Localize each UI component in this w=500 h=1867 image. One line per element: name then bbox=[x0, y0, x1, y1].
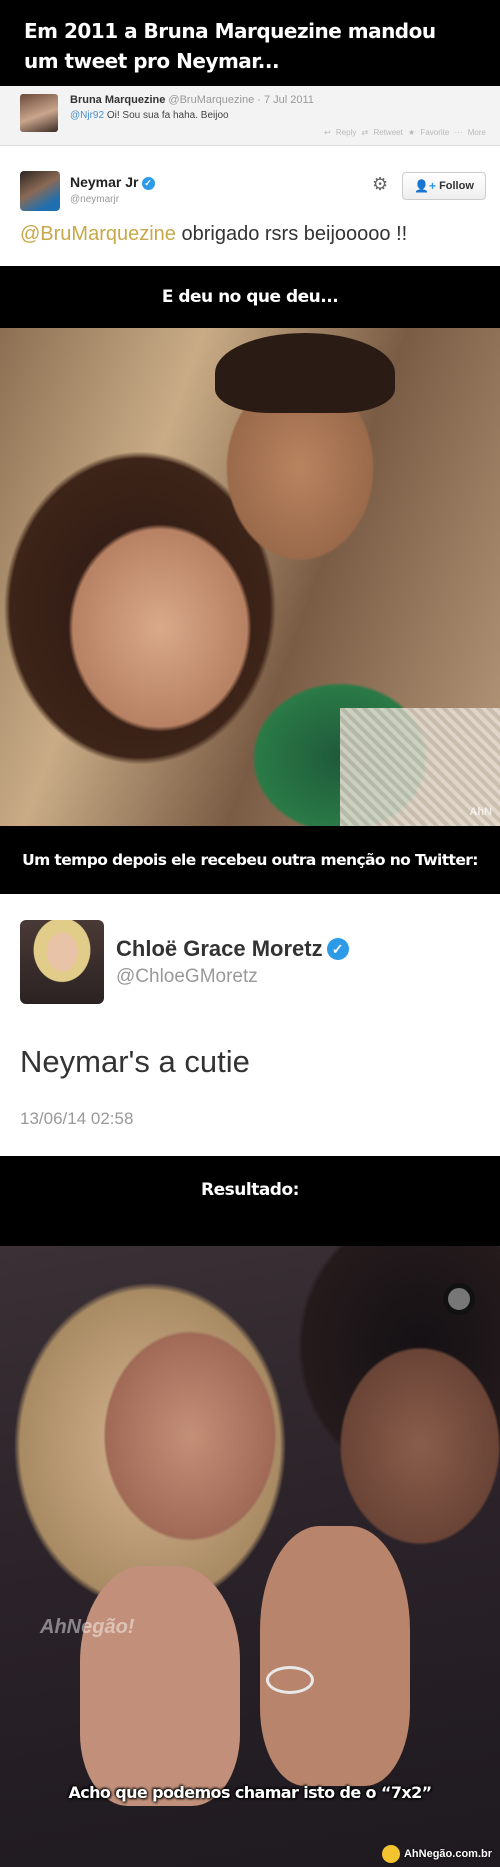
tweet-author-name[interactable]: Chloë Grace Moretz bbox=[116, 936, 323, 961]
tweet-author-handle: @BruMarquezine · 7 Jul 2011 bbox=[168, 94, 314, 106]
tweet-neymar: Neymar Jr ✓ @neymarjr ⚙ 👤+ Follow @BruMarq… bbox=[0, 146, 500, 266]
follow-button[interactable]: 👤+ Follow bbox=[402, 172, 486, 200]
tweet-text: @BruMarquezine obrigado rsrs beijooooo !… bbox=[20, 223, 407, 246]
tweet-text-body: Oi! Sou sua fa haha. Beijoo bbox=[104, 110, 229, 121]
tweet-actions[interactable]: ↩ Reply ⇄ Retweet ★ Favorite ··· More bbox=[324, 128, 486, 137]
tweet-chloe: Chloë Grace Moretz ✓ @ChloeGMoretz Neymar… bbox=[0, 894, 500, 1156]
mention-link[interactable]: @BruMarquezine bbox=[20, 223, 176, 245]
tweet-text: Neymar's a cutie bbox=[20, 1044, 250, 1079]
tweet-timestamp[interactable]: 13/06/14 02:58 bbox=[20, 1109, 133, 1129]
ring bbox=[266, 1666, 314, 1694]
gear-icon[interactable]: ⚙ bbox=[372, 174, 388, 195]
tweet-author-name[interactable]: Neymar Jr bbox=[70, 174, 139, 190]
site-url: AhNegão.com.br bbox=[403, 1848, 492, 1860]
record-icon bbox=[443, 1283, 475, 1315]
selfie-photo: AhNegão! Acho que podemos chamar isto de… bbox=[0, 1246, 500, 1867]
caption-mention: Um tempo depois ele recebeu outra menção… bbox=[0, 826, 500, 894]
mention-link[interactable]: @Njr92 bbox=[70, 110, 104, 121]
caption-result-1: E deu no que deu... bbox=[0, 266, 500, 328]
couple-photo: AhN bbox=[0, 328, 500, 826]
avatar[interactable] bbox=[20, 94, 58, 132]
tweet-author-handle: @neymarjr bbox=[70, 194, 120, 205]
site-logo-icon bbox=[381, 1845, 400, 1863]
tweet-author-name[interactable]: Bruna Marquezine bbox=[70, 94, 165, 106]
follow-plus-icon: 👤+ bbox=[414, 179, 437, 193]
caption-intro: Em 2011 a Bruna Marquezine mandou um twe… bbox=[0, 0, 500, 86]
tweet-author-handle: @ChloeGMoretz bbox=[116, 966, 258, 987]
photo-caption: Acho que podemos chamar isto de o “7x2” bbox=[68, 1783, 432, 1802]
avatar[interactable] bbox=[20, 171, 60, 211]
photo-detail bbox=[215, 333, 395, 413]
tweet-text-body: obrigado rsrs beijooooo !! bbox=[175, 223, 408, 245]
tweet-text: @Njr92 Oi! Sou sua fa haha. Beijoo bbox=[70, 110, 229, 121]
site-credit: AhNegão.com.br bbox=[381, 1845, 492, 1863]
verified-icon: ✓ bbox=[326, 938, 349, 960]
avatar[interactable] bbox=[20, 920, 104, 1004]
caption-result-2: Resultado: bbox=[0, 1156, 500, 1246]
follow-label: Follow bbox=[439, 180, 474, 192]
photo-detail bbox=[80, 1566, 240, 1806]
photo-detail bbox=[260, 1526, 410, 1786]
verified-icon: ✓ bbox=[141, 177, 155, 190]
tweet-bruna: Bruna Marquezine @BruMarquezine · 7 Jul … bbox=[0, 86, 500, 146]
watermark: AhN bbox=[469, 806, 492, 818]
watermark: AhNegão! bbox=[40, 1616, 135, 1638]
